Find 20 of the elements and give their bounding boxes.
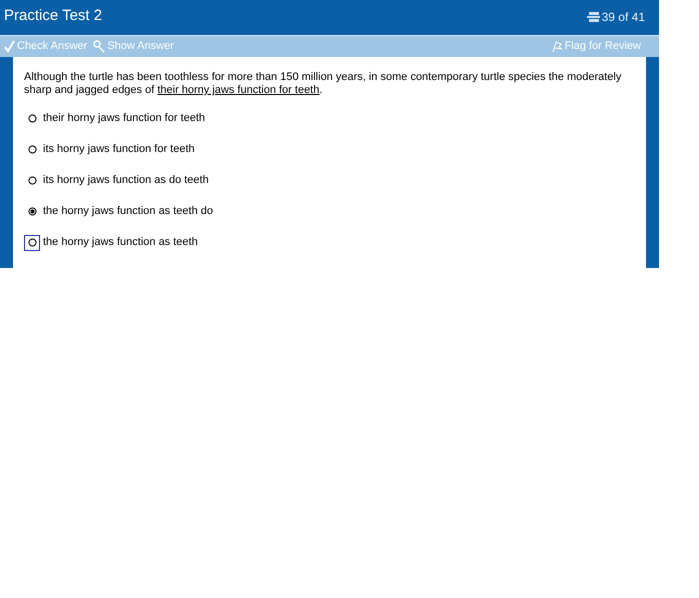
magnifier-icon xyxy=(93,40,106,53)
check-answer-button[interactable]: Check Answer xyxy=(4,38,88,55)
radio-button[interactable] xyxy=(28,238,36,247)
option-label: its horny jaws function for teeth xyxy=(43,142,195,158)
option-label: the horny jaws function as teeth do xyxy=(43,204,213,220)
flag-for-review-button[interactable]: Flag for Review xyxy=(550,38,655,55)
option-label: their horny jaws function for teeth xyxy=(43,111,206,126)
flag-icon xyxy=(550,40,563,52)
question-counter: 39 of 41 xyxy=(602,8,645,26)
radio-button[interactable] xyxy=(28,207,36,216)
radio-button[interactable] xyxy=(28,145,36,154)
option-label: the horny jaws function as teeth xyxy=(43,235,198,250)
radio-button[interactable] xyxy=(28,176,36,185)
check-icon xyxy=(4,40,15,53)
show-answer-button[interactable]: Show Answer xyxy=(93,38,174,55)
counter-icon xyxy=(586,12,600,22)
window-title: Practice Test 2 xyxy=(4,6,102,26)
option-label: its horny jaws function as do teeth xyxy=(43,173,209,188)
question-text: Although the turtle has been toothless for more than 150 million years, in some contemporary turtle species the moderately sharp and jagged edges of their horny jaws function for teeth. xyxy=(24,71,622,97)
radio-button[interactable] xyxy=(28,114,36,123)
